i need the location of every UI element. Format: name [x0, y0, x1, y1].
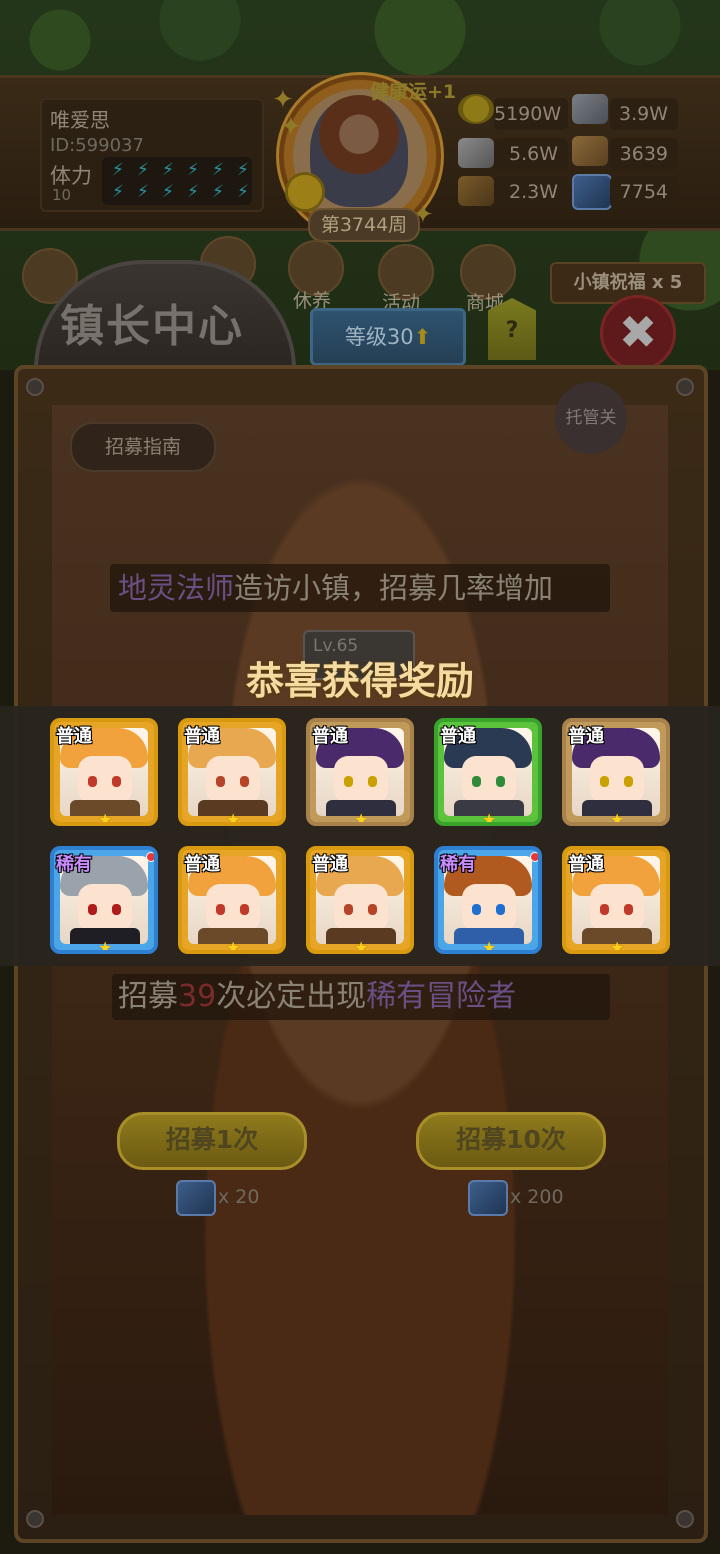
week-badge: 第3744周: [308, 208, 420, 242]
reward-card[interactable]: 稀有 ★: [434, 846, 542, 954]
player-name: 唯爱思: [50, 108, 110, 132]
stamina-bolt-icon: ⚡: [137, 160, 149, 180]
stone-icon: [458, 138, 494, 168]
star-icon: ★: [482, 938, 497, 954]
visit-text: 造访小镇，招募几率增加: [234, 571, 554, 605]
stamina-bolt-icon: ⚡: [237, 160, 249, 180]
reward-card[interactable]: 普通 ★: [50, 718, 158, 826]
stamina-bolt-icon: ⚡: [187, 182, 199, 202]
stamina-bolts: ⚡ ⚡ ⚡ ⚡ ⚡ ⚡ ⚡ ⚡ ⚡ ⚡ ⚡ ⚡: [102, 157, 252, 205]
close-button[interactable]: ✖: [600, 295, 676, 371]
health-buff-label: 健康运+1: [370, 81, 457, 103]
reward-card[interactable]: 稀有 ★: [50, 846, 158, 954]
stamina-bolt-icon: ⚡: [237, 182, 249, 202]
pity-prefix: 招募: [118, 979, 178, 1014]
rarity-label: 普通: [568, 726, 604, 747]
recruit-guide-button[interactable]: 招募指南: [70, 422, 216, 472]
recruit-once-cost: x 20: [218, 1186, 260, 1208]
coin-pile-icon: [285, 172, 325, 212]
pity-count: 39: [178, 979, 217, 1014]
rarity-label: 稀有: [56, 854, 92, 875]
star-icon: ★: [98, 810, 113, 826]
reward-card[interactable]: 普通 ★: [178, 846, 286, 954]
stamina-bolt-icon: ⚡: [112, 160, 124, 180]
new-dot-icon: [146, 852, 154, 862]
rarity-label: 普通: [184, 854, 220, 875]
level-up-arrow-icon: ⬆: [413, 325, 432, 349]
stamina-bolt-icon: ⚡: [162, 182, 174, 202]
reward-card[interactable]: 普通 ★: [178, 718, 286, 826]
gem-icon: [572, 174, 612, 210]
pity-rare-label: 稀有冒险者: [366, 979, 517, 1014]
gem-icon: [176, 1180, 216, 1216]
star-icon: ★: [98, 938, 113, 954]
reward-card[interactable]: 普通 ★: [306, 718, 414, 826]
stamina-bolt-icon: ⚡: [112, 182, 124, 202]
stamina-bolt-icon: ⚡: [212, 182, 224, 202]
stamina-bolt-icon: ⚡: [187, 160, 199, 180]
gem-amount: 7754: [610, 176, 678, 208]
stamina-bolt-icon: ⚡: [162, 160, 174, 180]
star-icon: ★: [354, 938, 369, 954]
rarity-label: 普通: [56, 726, 92, 747]
recruit-ten-cost: x 200: [510, 1186, 564, 1208]
rarity-label: 普通: [440, 726, 476, 747]
recruit-once-button[interactable]: 招募1次: [117, 1112, 307, 1170]
rivet: [26, 378, 44, 396]
iron-ingot-icon: [572, 94, 608, 124]
rarity-label: 稀有: [440, 854, 476, 875]
sparkle-icon: ✦: [272, 85, 294, 115]
rivet: [676, 378, 694, 396]
new-dot-icon: [530, 852, 538, 862]
pity-banner: 招募39次必定出现稀有冒险者: [112, 974, 610, 1020]
reward-title: 恭喜获得奖励: [245, 659, 474, 703]
gold-amount: 5190W: [494, 98, 568, 130]
player-id: ID:599037: [50, 135, 144, 156]
reward-card[interactable]: 普通 ★: [562, 846, 670, 954]
stone-amount: 5.6W: [494, 138, 568, 170]
wood-amount: 2.3W: [494, 176, 568, 208]
recruit-ten-button[interactable]: 招募10次: [416, 1112, 606, 1170]
reward-card[interactable]: 普通 ★: [562, 718, 670, 826]
visiting-hero-name: 地灵法师: [118, 571, 235, 605]
rarity-label: 普通: [312, 854, 348, 875]
iron-amount: 3.9W: [610, 98, 678, 130]
stamina-value: 10: [52, 186, 72, 204]
rivet: [26, 1510, 44, 1528]
stamina-bolt-icon: ⚡: [137, 182, 149, 202]
wood-log-icon: [458, 176, 494, 206]
reward-card[interactable]: 普通 ★: [434, 718, 542, 826]
help-button[interactable]: ?: [488, 298, 536, 360]
rarity-label: 普通: [184, 726, 220, 747]
rivet: [676, 1510, 694, 1528]
star-icon: ★: [226, 810, 241, 826]
star-icon: ★: [610, 938, 625, 954]
star-icon: ★: [610, 810, 625, 826]
stamina-bolt-icon: ⚡: [212, 160, 224, 180]
star-icon: ★: [354, 810, 369, 826]
level-label: 等级30: [344, 325, 414, 349]
auto-toggle-button[interactable]: 托管关: [555, 382, 627, 454]
visit-banner: 地灵法师造访小镇，招募几率增加: [110, 564, 610, 612]
pity-mid: 次必定出现: [216, 979, 367, 1014]
page-title: 镇长中心: [60, 301, 244, 352]
star-icon: ★: [226, 938, 241, 954]
sparkle-icon: ✦: [280, 112, 302, 142]
star-icon: ★: [482, 810, 497, 826]
level-badge[interactable]: 等级30⬆: [310, 308, 466, 366]
cloth-amount: 3639: [610, 138, 678, 170]
gem-icon: [468, 1180, 508, 1216]
cloth-icon: [572, 136, 608, 166]
reward-card[interactable]: 普通 ★: [306, 846, 414, 954]
rarity-label: 普通: [312, 726, 348, 747]
gold-coin-icon: [458, 94, 494, 124]
rarity-label: 普通: [568, 854, 604, 875]
